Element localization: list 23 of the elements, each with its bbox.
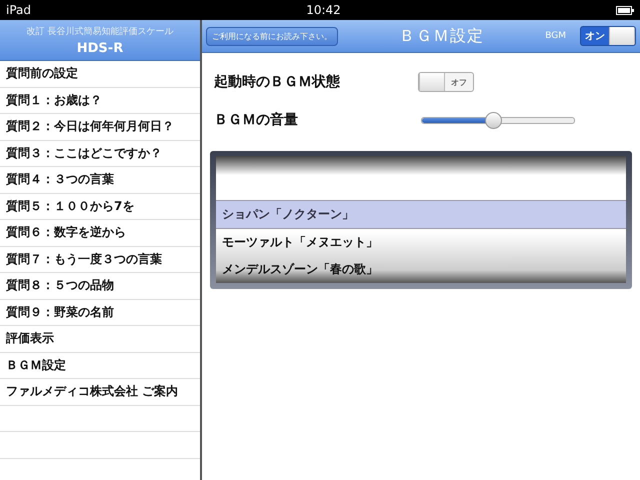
picker-option[interactable]: モーツァルト「メヌエット」: [216, 229, 626, 256]
bgm-label: BGM: [545, 31, 566, 41]
device-name: iPad: [6, 3, 32, 17]
menu-item[interactable]: 質問７：もう一度３つの言葉: [0, 246, 200, 273]
page-title: ＢＧＭ設定: [398, 26, 486, 46]
menu-item[interactable]: 質問９：野菜の名前: [0, 300, 200, 326]
startup-label: 起動時のＢＧＭ状態: [213, 73, 341, 91]
menu-item[interactable]: 質問１：お歳は？: [0, 88, 200, 114]
menu-item[interactable]: 質問３：ここはどこですか？: [0, 140, 200, 167]
app-title: HDS-R: [76, 40, 124, 56]
app-subtitle: 改訂 長谷川式簡易知能評価スケール: [26, 26, 174, 38]
music-picker[interactable]: ショパン「ノクターン」 モーツァルト「メヌエット」 メンデルスゾーン「春の歌」: [210, 151, 632, 289]
picker-option[interactable]: ショパン「ノクターン」: [216, 200, 626, 229]
toggle-switch[interactable]: オフ: [418, 72, 474, 92]
menu-item[interactable]: ＢＧＭ設定: [0, 352, 200, 379]
volume-slider[interactable]: [418, 112, 578, 128]
slider-thumb[interactable]: [485, 112, 502, 128]
picker-option[interactable]: メンデルスゾーン「春の歌」: [216, 256, 626, 283]
battery-icon: [616, 6, 634, 14]
toggle-switch[interactable]: オン: [580, 26, 636, 46]
menu-item[interactable]: 質問５：１００から7を: [0, 194, 200, 220]
clock-time: 10:42: [306, 3, 341, 17]
volume-label: ＢＧＭの音量: [213, 111, 299, 129]
